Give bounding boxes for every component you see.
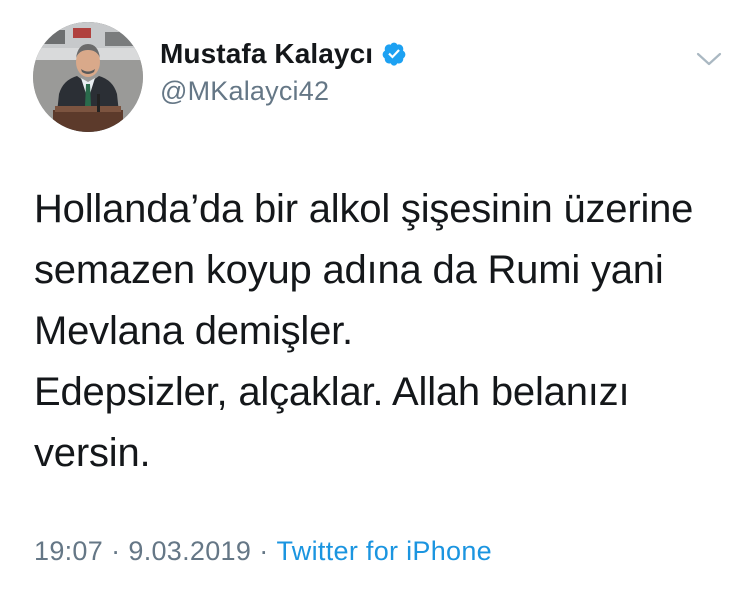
- tweet-meta: 19:07 · 9.03.2019 · Twitter for iPhone: [34, 536, 492, 567]
- author-name-row: Mustafa Kalaycı: [160, 36, 407, 72]
- tweet-card: Mustafa Kalaycı @MKalayci42 Hollanda’da …: [0, 0, 750, 606]
- tweet-text-line: versin.: [34, 431, 151, 475]
- tweet-text-line: Hollanda’da bir alkol şişesinin üzerine: [34, 187, 694, 231]
- avatar[interactable]: [33, 22, 143, 132]
- tweet-text-line: Edepsizler, alçaklar. Allah belanızı: [34, 370, 630, 414]
- meta-separator: ·: [111, 536, 121, 566]
- author-block[interactable]: Mustafa Kalaycı @MKalayci42: [160, 36, 407, 105]
- tweet-date[interactable]: 9.03.2019: [128, 536, 251, 566]
- tweet-time[interactable]: 19:07: [34, 536, 103, 566]
- tweet-text-line: semazen koyup adına da Rumi yani: [34, 248, 664, 292]
- tweet-text-line: Mevlana demişler.: [34, 309, 353, 353]
- tweet-source-link[interactable]: Twitter for iPhone: [277, 536, 493, 566]
- author-handle[interactable]: @MKalayci42: [160, 78, 407, 105]
- author-display-name[interactable]: Mustafa Kalaycı: [160, 40, 373, 68]
- meta-separator: ·: [259, 536, 269, 566]
- chevron-down-icon[interactable]: [695, 50, 723, 68]
- avatar-photo: [33, 22, 143, 132]
- tweet-text: Hollanda’da bir alkol şişesinin üzerine …: [34, 179, 734, 484]
- verified-badge-icon: [381, 41, 407, 67]
